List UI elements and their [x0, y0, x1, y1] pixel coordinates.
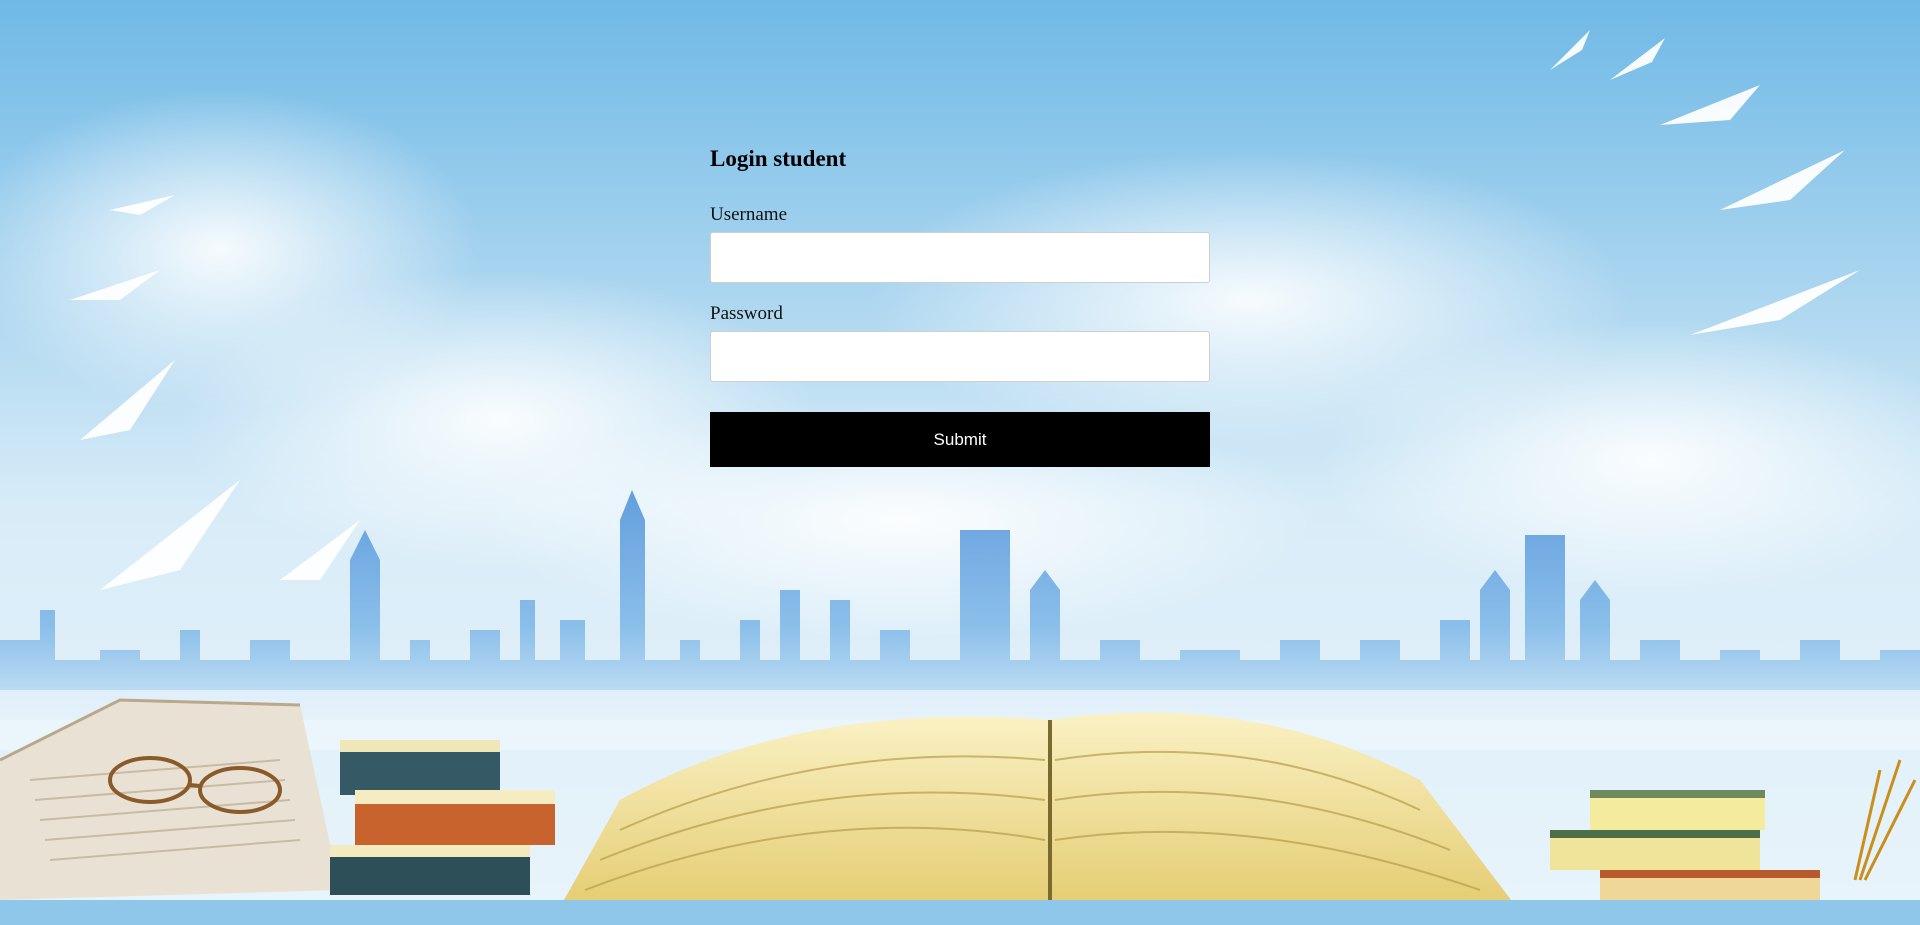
username-input[interactable] [710, 232, 1210, 283]
password-input[interactable] [710, 331, 1210, 382]
submit-button[interactable]: Submit [710, 412, 1210, 467]
username-label: Username [710, 204, 788, 225]
page-title: Login student [710, 146, 847, 171]
password-label: Password [710, 303, 783, 324]
login-form: Login student Username Password Submit [710, 136, 1210, 467]
